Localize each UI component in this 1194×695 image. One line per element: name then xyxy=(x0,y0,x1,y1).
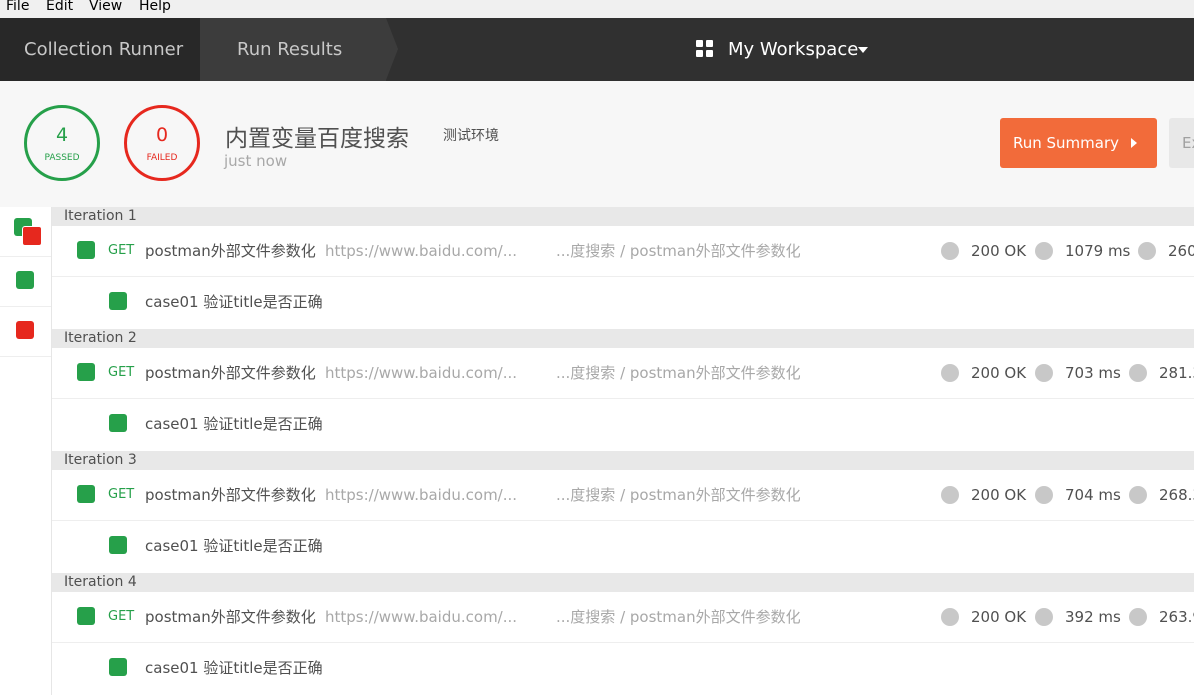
workspace-label: My Workspace xyxy=(728,39,859,60)
response-time: 1079 ms xyxy=(1065,242,1131,260)
request-method: GET xyxy=(108,243,135,258)
request-row[interactable]: GET postman外部文件参数化 https://www.baidu.com… xyxy=(52,226,1194,277)
request-path: ...度搜索 / postman外部文件参数化 xyxy=(556,364,801,382)
environment-name: 测试环境 xyxy=(443,128,499,144)
test-row: case01 验证title是否正确 xyxy=(52,277,1194,327)
filter-passed[interactable] xyxy=(0,257,51,307)
request-path: ...度搜索 / postman外部文件参数化 xyxy=(556,242,801,260)
status-dot-icon xyxy=(941,242,959,260)
request-name: postman外部文件参数化 xyxy=(145,242,316,260)
run-summary-button[interactable]: Run Summary xyxy=(1000,118,1157,168)
size-dot-icon xyxy=(1129,364,1147,382)
pass-status-icon xyxy=(109,536,127,554)
request-url: https://www.baidu.com/... xyxy=(325,364,518,382)
test-row: case01 验证title是否正确 xyxy=(52,643,1194,693)
filter-sidebar xyxy=(0,207,52,695)
run-time: just now xyxy=(224,152,288,170)
request-name: postman外部文件参数化 xyxy=(145,364,316,382)
response-status: 200 OK xyxy=(971,608,1027,626)
iteration-header: Iteration 4 xyxy=(52,573,1194,592)
pass-status-icon xyxy=(77,241,95,259)
run-summary-header: 4 PASSED 0 FAILED 内置变量百度搜索 测试环境 just now… xyxy=(0,81,1194,207)
passed-counter: 4 PASSED xyxy=(24,105,100,181)
test-name: case01 验证title是否正确 xyxy=(145,415,323,433)
time-dot-icon xyxy=(1035,242,1053,260)
request-path: ...度搜索 / postman外部文件参数化 xyxy=(556,486,801,504)
response-size: 260 xyxy=(1168,242,1194,260)
chevron-right-icon xyxy=(1131,138,1137,148)
fail-status-icon xyxy=(22,226,42,246)
pass-status-icon xyxy=(77,485,95,503)
response-time: 392 ms xyxy=(1065,608,1121,626)
menu-bar: File Edit View Help xyxy=(0,0,1194,18)
pass-status-icon xyxy=(109,658,127,676)
request-method: GET xyxy=(108,609,135,624)
request-row[interactable]: GET postman外部文件参数化 https://www.baidu.com… xyxy=(52,592,1194,643)
menu-file[interactable]: File xyxy=(6,0,29,14)
request-name: postman外部文件参数化 xyxy=(145,486,316,504)
iteration-header: Iteration 1 xyxy=(52,207,1194,226)
request-row[interactable]: GET postman外部文件参数化 https://www.baidu.com… xyxy=(52,348,1194,399)
run-summary-label: Run Summary xyxy=(1013,134,1120,152)
request-row[interactable]: GET postman外部文件参数化 https://www.baidu.com… xyxy=(52,470,1194,521)
test-name: case01 验证title是否正确 xyxy=(145,659,323,677)
time-dot-icon xyxy=(1035,608,1053,626)
fail-status-icon xyxy=(16,321,34,339)
menu-edit[interactable]: Edit xyxy=(46,0,73,14)
menu-help[interactable]: Help xyxy=(139,0,171,14)
request-url: https://www.baidu.com/... xyxy=(325,486,518,504)
menu-view[interactable]: View xyxy=(89,0,122,14)
response-status: 200 OK xyxy=(971,486,1027,504)
request-name: postman外部文件参数化 xyxy=(145,608,316,626)
response-size: 268.3 xyxy=(1159,486,1194,504)
response-time: 704 ms xyxy=(1065,486,1121,504)
test-name: case01 验证title是否正确 xyxy=(145,537,323,555)
status-dot-icon xyxy=(941,608,959,626)
time-dot-icon xyxy=(1035,364,1053,382)
response-status: 200 OK xyxy=(971,242,1027,260)
test-row: case01 验证title是否正确 xyxy=(52,399,1194,449)
size-dot-icon xyxy=(1129,608,1147,626)
breadcrumb-run-results[interactable]: Run Results xyxy=(200,18,386,81)
request-path: ...度搜索 / postman外部文件参数化 xyxy=(556,608,801,626)
test-name: case01 验证title是否正确 xyxy=(145,293,323,311)
time-dot-icon xyxy=(1035,486,1053,504)
chevron-down-icon xyxy=(858,47,868,53)
failed-count: 0 xyxy=(155,124,169,146)
pass-status-icon xyxy=(109,292,127,310)
status-dot-icon xyxy=(941,364,959,382)
size-dot-icon xyxy=(1138,242,1156,260)
request-method: GET xyxy=(108,487,135,502)
top-nav-bar: Collection Runner Run Results My Workspa… xyxy=(0,18,1194,81)
request-url: https://www.baidu.com/... xyxy=(325,608,518,626)
pass-status-icon xyxy=(16,271,34,289)
request-url: https://www.baidu.com/... xyxy=(325,242,518,260)
breadcrumb-collection-runner[interactable]: Collection Runner xyxy=(0,18,205,81)
filter-all[interactable] xyxy=(0,207,51,257)
pass-status-icon xyxy=(77,607,95,625)
passed-count: 4 xyxy=(55,124,69,146)
response-time: 703 ms xyxy=(1065,364,1121,382)
failed-counter: 0 FAILED xyxy=(124,105,200,181)
breadcrumb-separator xyxy=(386,18,398,80)
export-results-button[interactable]: Ex xyxy=(1169,118,1194,168)
passed-label: PASSED xyxy=(44,153,80,163)
workspace-grid-icon xyxy=(696,40,714,58)
pass-status-icon xyxy=(109,414,127,432)
response-status: 200 OK xyxy=(971,364,1027,382)
response-size: 281.3 xyxy=(1159,364,1194,382)
collection-name: 内置变量百度搜索 xyxy=(225,126,409,152)
response-size: 263.9 xyxy=(1159,608,1194,626)
iteration-header: Iteration 2 xyxy=(52,329,1194,348)
filter-failed[interactable] xyxy=(0,307,51,357)
status-dot-icon xyxy=(941,486,959,504)
results-list: Iteration 1 GET postman外部文件参数化 https://w… xyxy=(52,207,1194,695)
pass-status-icon xyxy=(77,363,95,381)
failed-label: FAILED xyxy=(146,153,178,163)
test-row: case01 验证title是否正确 xyxy=(52,521,1194,571)
size-dot-icon xyxy=(1129,486,1147,504)
request-method: GET xyxy=(108,365,135,380)
iteration-header: Iteration 3 xyxy=(52,451,1194,470)
